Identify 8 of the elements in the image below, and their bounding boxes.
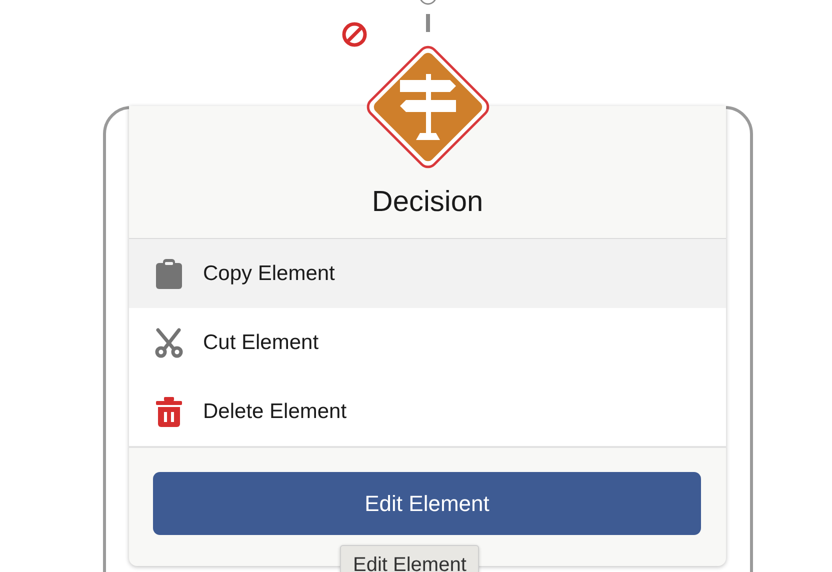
ban-icon [341, 21, 368, 48]
menu-item[interactable]: Copy Element [129, 239, 726, 308]
edit-button[interactable]: Edit Element [153, 472, 701, 535]
trash-icon [156, 396, 182, 426]
tooltip: Edit Element [340, 545, 480, 572]
clipboard-icon [156, 258, 182, 288]
node-title: Decision [372, 184, 484, 220]
scissors-icon [155, 328, 183, 358]
